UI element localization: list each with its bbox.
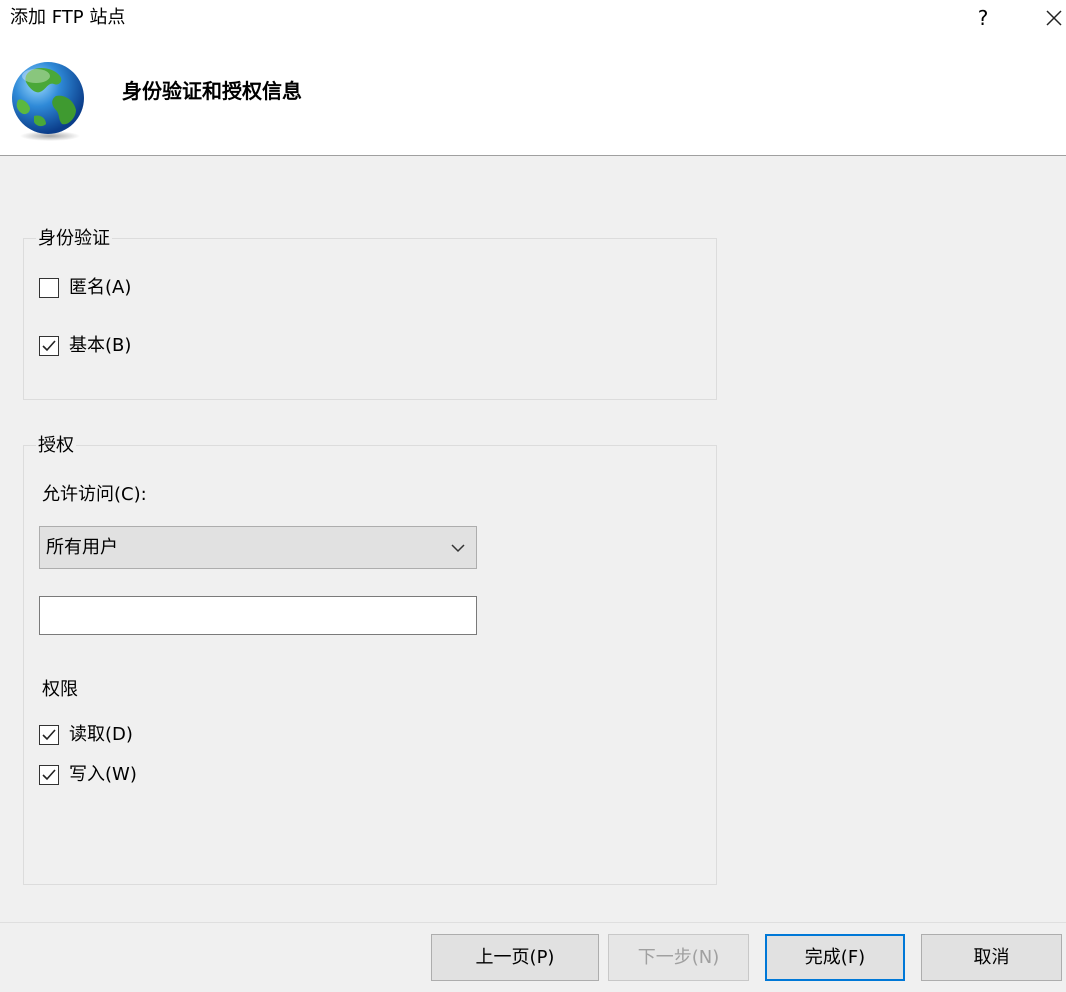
write-label: 写入(W)	[69, 764, 137, 785]
permissions-label: 权限	[42, 679, 78, 700]
basic-checkbox[interactable]: 基本(B)	[39, 335, 131, 357]
cancel-button[interactable]: 取消	[921, 934, 1062, 981]
authorization-group	[23, 445, 717, 885]
add-ftp-site-dialog: 添加 FTP 站点 ? 身份验证和授权信息 身份验证 匿名(A) 基本(B) 授…	[0, 0, 1066, 992]
write-checkbox-box[interactable]	[39, 765, 59, 785]
close-icon	[1046, 10, 1062, 26]
close-button[interactable]	[1040, 4, 1066, 32]
user-names-input[interactable]	[39, 596, 477, 635]
read-checkbox-box[interactable]	[39, 725, 59, 745]
anonymous-label: 匿名(A)	[69, 277, 132, 298]
allow-access-label: 允许访问(C):	[42, 484, 147, 505]
check-icon	[42, 729, 56, 741]
next-button[interactable]: 下一步(N)	[608, 934, 749, 981]
anonymous-checkbox[interactable]: 匿名(A)	[39, 277, 131, 299]
check-icon	[42, 340, 56, 352]
authentication-group	[23, 238, 717, 400]
basic-checkbox-box[interactable]	[39, 336, 59, 356]
write-checkbox[interactable]: 写入(W)	[39, 764, 137, 786]
globe-icon	[12, 62, 84, 141]
chevron-down-icon	[451, 544, 465, 553]
help-button[interactable]: ?	[968, 4, 998, 32]
authentication-legend: 身份验证	[36, 228, 112, 250]
footer-divider	[0, 922, 1066, 923]
anonymous-checkbox-box[interactable]	[39, 278, 59, 298]
allow-access-select[interactable]: 所有用户	[39, 526, 477, 569]
previous-button[interactable]: 上一页(P)	[431, 934, 599, 981]
read-label: 读取(D)	[69, 724, 133, 745]
check-icon	[42, 769, 56, 781]
dialog-header: 添加 FTP 站点 ? 身份验证和授权信息	[0, 0, 1066, 156]
finish-button[interactable]: 完成(F)	[765, 934, 905, 981]
window-title: 添加 FTP 站点	[10, 7, 126, 28]
page-title: 身份验证和授权信息	[122, 79, 302, 103]
allow-access-selected-value: 所有用户	[46, 537, 118, 558]
basic-label: 基本(B)	[69, 335, 132, 356]
authorization-legend: 授权	[36, 435, 76, 457]
read-checkbox[interactable]: 读取(D)	[39, 724, 133, 746]
